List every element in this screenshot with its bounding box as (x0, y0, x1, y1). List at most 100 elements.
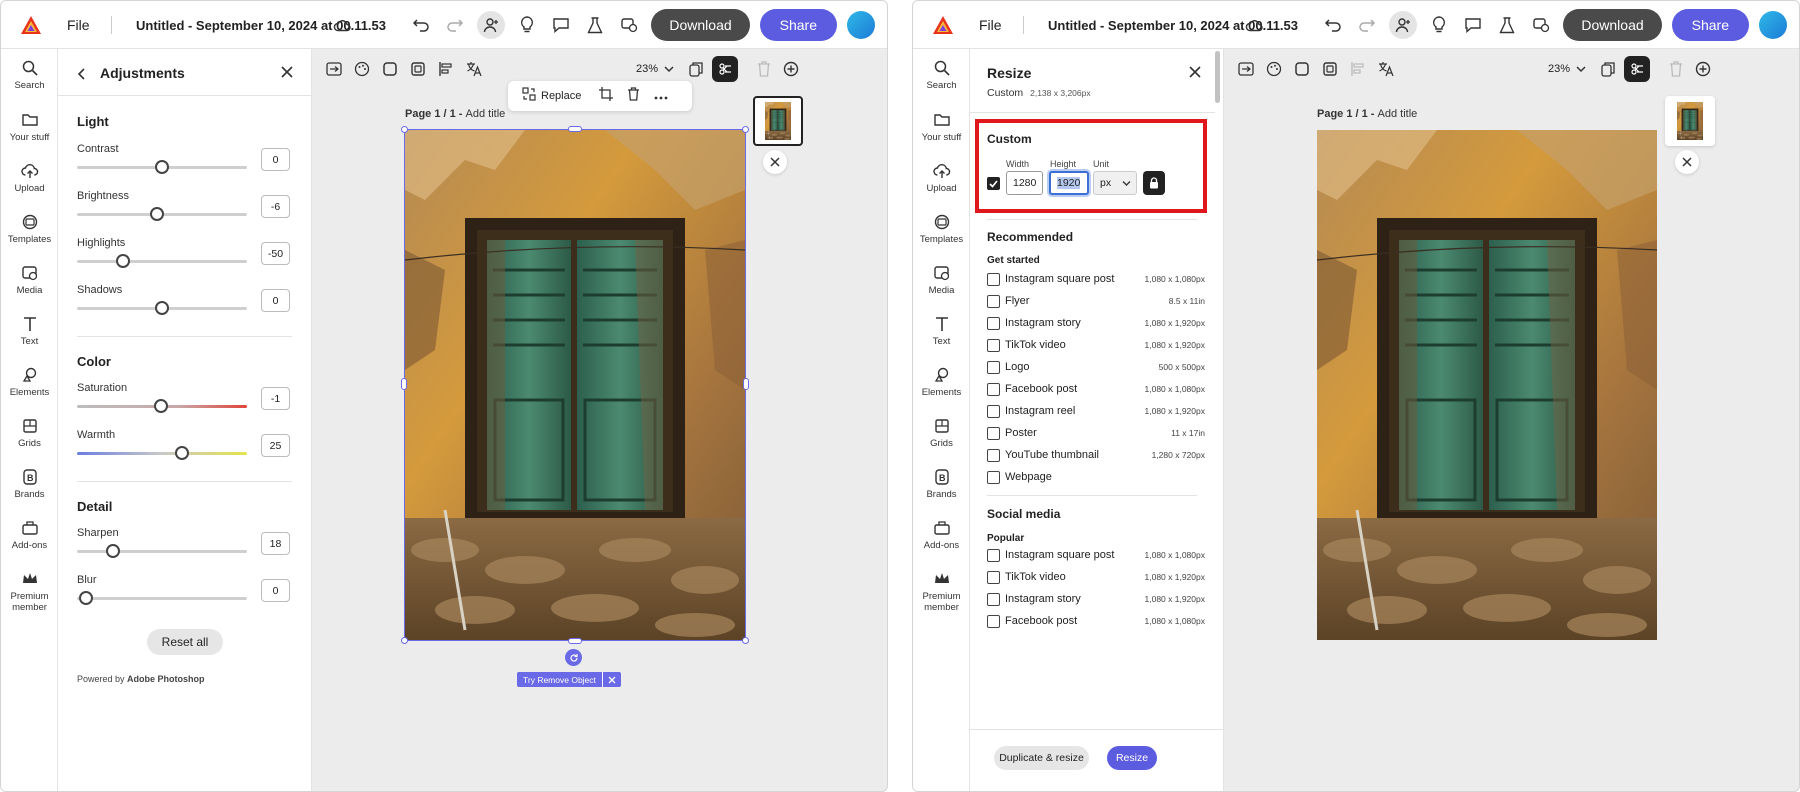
rail-item-brands[interactable]: B Brands (1, 468, 58, 500)
slider-handle[interactable] (78, 591, 93, 605)
size-option-name[interactable]: Instagram square post (1005, 549, 1114, 561)
canvas-photo[interactable] (1317, 130, 1657, 640)
replace-icon[interactable] (522, 86, 536, 106)
size-option-name[interactable]: Instagram story (1005, 593, 1081, 605)
share-button[interactable]: Share (1671, 9, 1749, 41)
rail-item-templates[interactable]: Templates (913, 213, 970, 245)
align-icon[interactable] (1346, 57, 1370, 81)
add-title-link[interactable]: Add title (466, 108, 506, 120)
file-menu[interactable]: File (67, 1, 90, 49)
slider-handle[interactable] (155, 301, 169, 315)
size-option-checkbox[interactable] (987, 549, 1000, 562)
warmth-slider[interactable] (77, 446, 247, 460)
avatar[interactable] (1759, 11, 1787, 39)
slider-handle[interactable] (105, 544, 120, 558)
palette-icon[interactable] (1262, 57, 1286, 81)
size-option-name[interactable]: TikTok video (1005, 339, 1066, 351)
translate-icon[interactable] (1374, 57, 1398, 81)
blur-value[interactable]: 0 (261, 579, 290, 602)
rail-item-upload[interactable]: Upload (1, 162, 58, 194)
custom-checkbox[interactable] (987, 177, 1000, 190)
page-thumbnail[interactable] (1665, 96, 1715, 146)
rail-item-text[interactable]: Text (913, 315, 970, 347)
size-option-checkbox[interactable] (987, 571, 1000, 584)
rail-item-media[interactable]: Media (1, 264, 58, 296)
size-option-name[interactable]: Instagram reel (1005, 405, 1075, 417)
shadows-slider[interactable] (77, 301, 247, 315)
file-menu[interactable]: File (979, 1, 1002, 49)
close-icon[interactable] (763, 150, 787, 174)
rail-item-templates[interactable]: Templates (1, 213, 58, 245)
avatar[interactable] (847, 11, 875, 39)
resize-button[interactable]: Resize (1107, 746, 1157, 770)
slider-handle[interactable] (115, 254, 130, 268)
rail-item-text[interactable]: Text (1, 315, 58, 347)
zoom-level[interactable]: 23% (636, 63, 658, 75)
close-icon[interactable] (1675, 150, 1699, 174)
rail-item-premium[interactable]: Premium member (1, 570, 58, 613)
rail-item-your-stuff[interactable]: Your stuff (1, 111, 58, 143)
pages-icon[interactable] (1596, 57, 1620, 81)
size-option-checkbox[interactable] (987, 427, 1000, 440)
frame-icon[interactable] (1318, 57, 1342, 81)
adobe-express-logo[interactable] (929, 1, 957, 49)
size-option-name[interactable]: Poster (1005, 427, 1037, 439)
contrast-slider[interactable] (77, 160, 247, 174)
add-page-icon[interactable] (1691, 57, 1715, 81)
invite-user-icon[interactable] (477, 11, 506, 39)
frame-icon[interactable] (406, 57, 430, 81)
warmth-value[interactable]: 25 (261, 434, 290, 457)
comment-icon[interactable] (1461, 13, 1485, 37)
trash-icon[interactable] (752, 57, 776, 81)
size-option-checkbox[interactable] (987, 295, 1000, 308)
size-option-checkbox[interactable] (987, 383, 1000, 396)
adobe-express-logo[interactable] (17, 1, 45, 49)
flask-icon[interactable] (1495, 13, 1519, 37)
size-option-name[interactable]: Webpage (1005, 471, 1052, 483)
resize-handle[interactable] (401, 126, 408, 133)
size-option-name[interactable]: Facebook post (1005, 615, 1077, 627)
lock-icon[interactable] (1143, 171, 1165, 195)
size-option-name[interactable]: Flyer (1005, 295, 1029, 307)
flask-icon[interactable] (583, 13, 607, 37)
pages-icon[interactable] (684, 57, 708, 81)
size-option-name[interactable]: Instagram square post (1005, 273, 1114, 285)
size-option-name[interactable]: Instagram story (1005, 317, 1081, 329)
shape-icon[interactable] (1290, 57, 1314, 81)
reset-all-button[interactable]: Reset all (147, 629, 223, 655)
download-button[interactable]: Download (651, 9, 750, 41)
resize-handle[interactable] (401, 378, 407, 390)
close-icon[interactable] (601, 672, 621, 687)
size-option-checkbox[interactable] (987, 317, 1000, 330)
size-option-checkbox[interactable] (987, 273, 1000, 286)
blur-slider[interactable] (77, 591, 247, 605)
layers-icon[interactable] (1624, 56, 1650, 82)
size-option-checkbox[interactable] (987, 449, 1000, 462)
shape-icon[interactable] (378, 57, 402, 81)
resize-handle[interactable] (742, 637, 749, 644)
swap-image-icon[interactable] (322, 57, 346, 81)
layers-icon[interactable] (712, 56, 738, 82)
size-option-checkbox[interactable] (987, 361, 1000, 374)
comment-icon[interactable] (549, 13, 573, 37)
slider-handle[interactable] (155, 160, 169, 174)
size-option-checkbox[interactable] (987, 615, 1000, 628)
rail-item-search[interactable]: Search (913, 59, 970, 91)
duplicate-resize-button[interactable]: Duplicate & resize (994, 746, 1089, 770)
rail-item-upload[interactable]: Upload (913, 162, 970, 194)
resize-handle[interactable] (401, 637, 408, 644)
rail-item-grids[interactable]: Grids (913, 417, 970, 449)
rail-item-premium[interactable]: Premium member (913, 570, 970, 613)
size-option-name[interactable]: YouTube thumbnail (1005, 449, 1099, 461)
add-title-link[interactable]: Add title (1378, 108, 1418, 120)
resize-handle[interactable] (568, 126, 582, 132)
size-option-checkbox[interactable] (987, 471, 1000, 484)
size-option-checkbox[interactable] (987, 593, 1000, 606)
resize-handle[interactable] (743, 378, 749, 390)
rotate-icon[interactable] (565, 649, 582, 666)
chevron-down-icon[interactable] (664, 60, 674, 78)
brightness-slider[interactable] (77, 207, 247, 221)
redo-icon[interactable] (443, 13, 467, 37)
close-icon[interactable] (1189, 65, 1201, 83)
rail-item-brands[interactable]: B Brands (913, 468, 970, 500)
